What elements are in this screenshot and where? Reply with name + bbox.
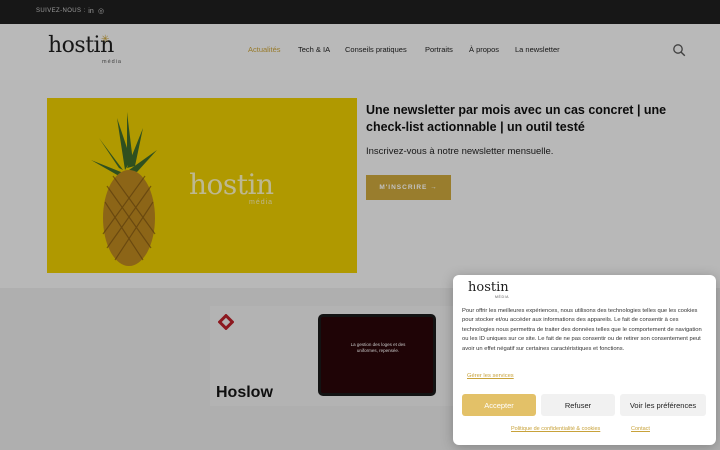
manage-services-link[interactable]: Gérer les services bbox=[467, 373, 514, 379]
privacy-policy-link[interactable]: Politique de confidentialité & cookies bbox=[511, 426, 600, 432]
cookie-banner: hostin MÉDIA Pour offrir les meilleures … bbox=[453, 275, 716, 445]
refuse-button[interactable]: Refuser bbox=[541, 394, 615, 416]
cookie-logo: hostin bbox=[468, 280, 509, 295]
accept-button[interactable]: Accepter bbox=[462, 394, 536, 416]
contact-link[interactable]: Contact bbox=[631, 426, 650, 432]
cookie-text: Pour offrir les meilleures expériences, … bbox=[462, 308, 702, 352]
cookie-logo-subtitle: MÉDIA bbox=[495, 295, 510, 299]
preferences-button[interactable]: Voir les préférences bbox=[620, 394, 706, 416]
